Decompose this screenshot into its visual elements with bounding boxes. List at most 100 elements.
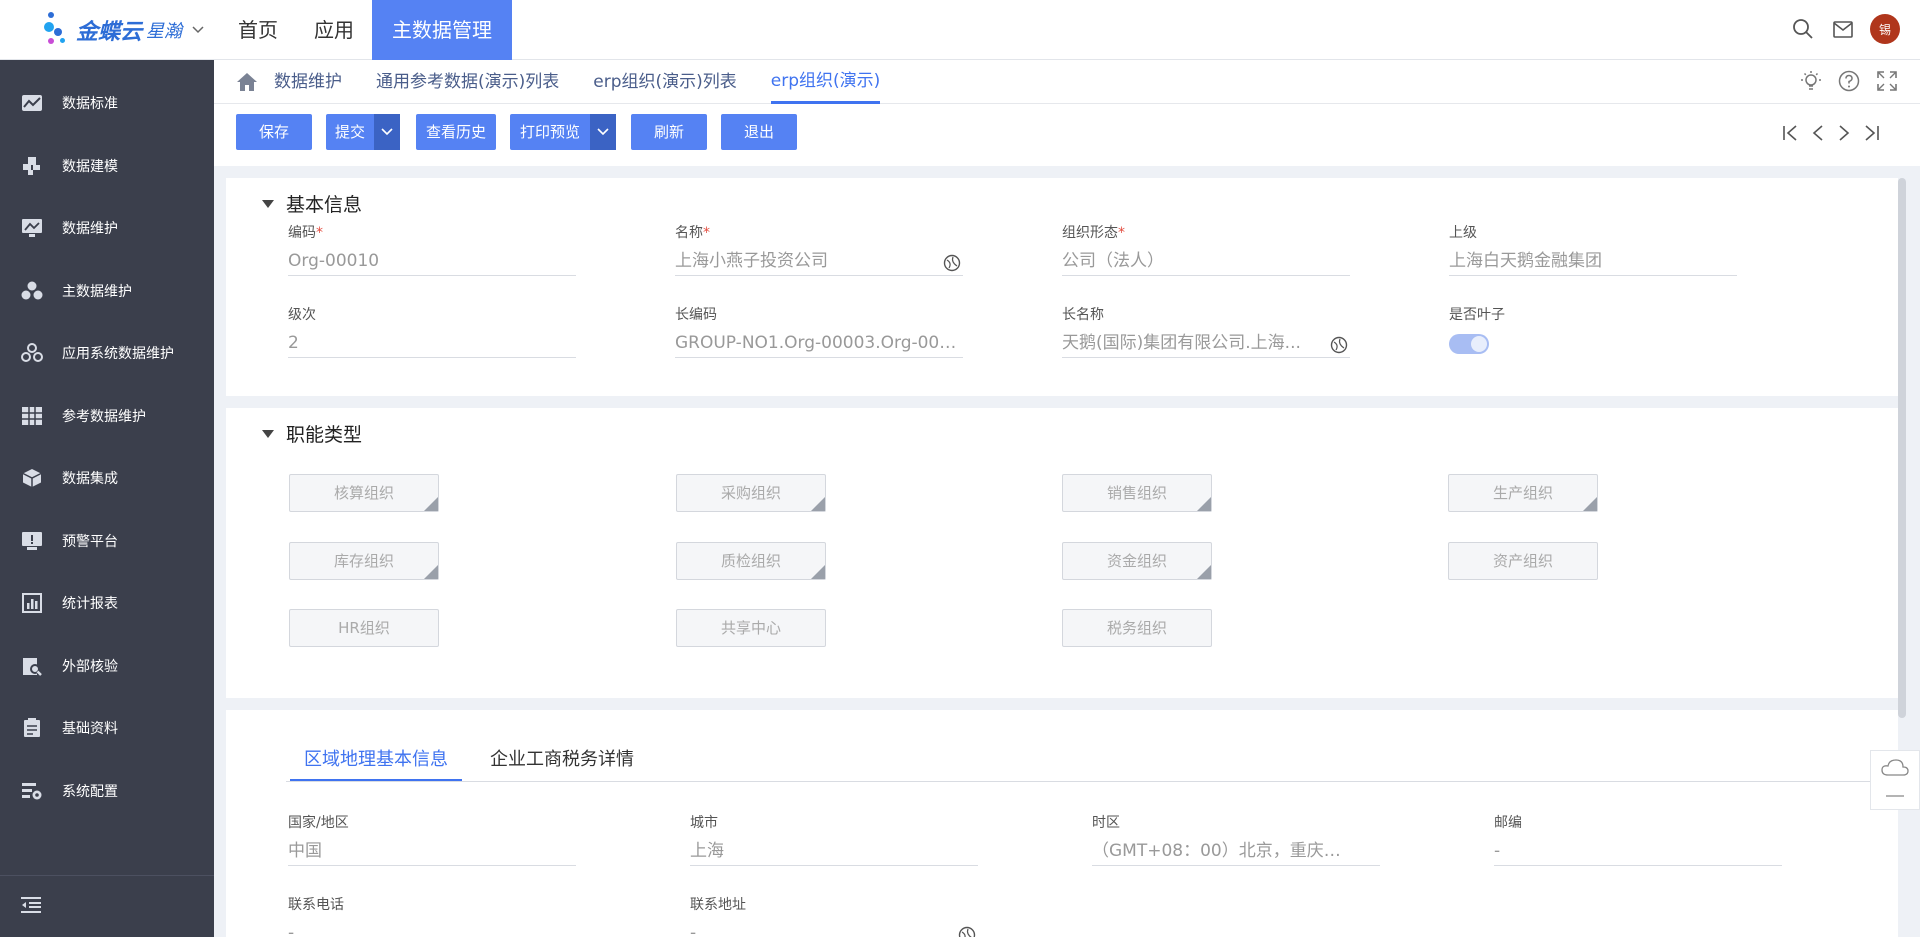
chip-accounting-org[interactable]: 核算组织 bbox=[289, 474, 439, 512]
long-code-field[interactable]: 长编码 GROUP-NO1.Org-00003.Org-00010 bbox=[675, 304, 963, 358]
chip-label: 核算组织 bbox=[333, 484, 394, 502]
name-field[interactable]: 名称* 上海小燕子投资公司 bbox=[675, 222, 963, 276]
city-field[interactable]: 城市 上海 bbox=[690, 812, 978, 866]
sidebar-item-app-data[interactable]: 应用系统数据维护 bbox=[0, 322, 214, 385]
sidebar-item-reference-data[interactable]: 参考数据维护 bbox=[0, 385, 214, 448]
chevron-down-icon[interactable] bbox=[192, 22, 204, 38]
code-field[interactable]: 编码* Org-00010 bbox=[288, 222, 576, 276]
print-preview-button[interactable]: 打印预览 bbox=[510, 114, 616, 150]
address-field[interactable]: 联系地址 - bbox=[690, 894, 978, 937]
chevron-down-icon[interactable] bbox=[590, 114, 616, 150]
content-scrollbar[interactable] bbox=[1898, 178, 1906, 718]
last-record-icon[interactable] bbox=[1864, 124, 1880, 146]
sidebar-item-data-modeling[interactable]: 数据建模 bbox=[0, 135, 214, 198]
tab-divider bbox=[286, 781, 1886, 782]
chip-production-org[interactable]: 生产组织 bbox=[1448, 474, 1598, 512]
timezone-field[interactable]: 时区 （GMT+08：00）北京，重庆，香... bbox=[1092, 812, 1380, 866]
multilang-icon[interactable] bbox=[958, 924, 976, 937]
org-form-value[interactable]: 公司（法人） bbox=[1062, 246, 1350, 276]
first-record-icon[interactable] bbox=[1782, 124, 1798, 146]
chevron-down-icon[interactable] bbox=[374, 114, 400, 150]
sidebar-item-data-maintenance[interactable]: 数据维护 bbox=[0, 197, 214, 260]
help-icon[interactable] bbox=[1838, 70, 1860, 96]
save-button[interactable]: 保存 bbox=[236, 114, 312, 150]
chip-label: 生产组织 bbox=[1492, 484, 1553, 502]
breadcrumb-erp-org-list[interactable]: erp组织(演示)列表 bbox=[593, 60, 737, 104]
multilang-icon[interactable] bbox=[943, 252, 961, 272]
tab-business-tax[interactable]: 企业工商税务详情 bbox=[476, 742, 648, 782]
chip-purchase-org[interactable]: 采购组织 bbox=[676, 474, 826, 512]
next-record-icon[interactable] bbox=[1838, 124, 1850, 146]
chip-inventory-org[interactable]: 库存组织 bbox=[289, 542, 439, 580]
timezone-value[interactable]: （GMT+08：00）北京，重庆，香... bbox=[1092, 836, 1380, 866]
org-form-field[interactable]: 组织形态* 公司（法人） bbox=[1062, 222, 1350, 276]
chip-shared-center[interactable]: 共享中心 bbox=[676, 609, 826, 647]
chip-asset-org[interactable]: 资产组织 bbox=[1448, 542, 1598, 580]
nav-apps[interactable]: 应用 bbox=[296, 0, 372, 60]
save-button-label: 保存 bbox=[258, 123, 289, 141]
parent-field[interactable]: 上级 上海白天鹅金融集团 bbox=[1449, 222, 1737, 276]
sidebar-item-alert-platform[interactable]: 预警平台 bbox=[0, 510, 214, 573]
basic-info-toggle[interactable]: 基本信息 bbox=[262, 190, 362, 217]
sidebar-item-data-integration[interactable]: 数据集成 bbox=[0, 447, 214, 510]
country-field[interactable]: 国家/地区 中国 bbox=[288, 812, 576, 866]
multilang-icon[interactable] bbox=[1330, 334, 1348, 354]
sidebar-item-label: 数据标准 bbox=[62, 96, 118, 113]
avatar[interactable]: 锡 bbox=[1870, 14, 1900, 44]
is-leaf-toggle[interactable] bbox=[1449, 334, 1489, 354]
sidebar-item-external-verify[interactable]: 外部核验 bbox=[0, 635, 214, 698]
submit-button[interactable]: 提交 bbox=[326, 114, 400, 150]
chip-qc-org[interactable]: 质检组织 bbox=[676, 542, 826, 580]
zip-value[interactable]: - bbox=[1494, 836, 1782, 866]
table-icon bbox=[20, 404, 44, 428]
sidebar-item-reports[interactable]: 统计报表 bbox=[0, 572, 214, 635]
prev-record-icon[interactable] bbox=[1812, 124, 1824, 146]
chip-sales-org[interactable]: 销售组织 bbox=[1062, 474, 1212, 512]
inbox-icon[interactable] bbox=[1830, 16, 1856, 42]
level-value[interactable]: 2 bbox=[288, 328, 576, 358]
chip-tax-org[interactable]: 税务组织 bbox=[1062, 609, 1212, 647]
exit-button[interactable]: 退出 bbox=[721, 114, 797, 150]
sidebar-item-system-config[interactable]: 系统配置 bbox=[0, 760, 214, 823]
sidebar-item-label: 参考数据维护 bbox=[62, 408, 146, 425]
chip-hr-org[interactable]: HR组织 bbox=[289, 609, 439, 647]
nav-master-data[interactable]: 主数据管理 bbox=[372, 0, 512, 60]
phone-field[interactable]: 联系电话 - bbox=[288, 894, 576, 937]
name-input[interactable]: 上海小燕子投资公司 bbox=[675, 246, 963, 276]
sidebar-item-base-data[interactable]: 基础资料 bbox=[0, 697, 214, 760]
cloud-widget[interactable] bbox=[1870, 750, 1920, 810]
country-value[interactable]: 中国 bbox=[288, 836, 576, 866]
zip-field[interactable]: 邮编 - bbox=[1494, 812, 1782, 866]
view-history-button[interactable]: 查看历史 bbox=[416, 114, 496, 150]
sidebar-item-data-standard[interactable]: 数据标准 bbox=[0, 72, 214, 135]
fullscreen-icon[interactable] bbox=[1876, 70, 1898, 96]
sidebar-item-master-data[interactable]: 主数据维护 bbox=[0, 260, 214, 323]
breadcrumb-reference-list[interactable]: 通用参考数据(演示)列表 bbox=[376, 60, 559, 104]
long-name-field[interactable]: 长名称 天鹅(国际)集团有限公司.上海... bbox=[1062, 304, 1350, 358]
breadcrumb-erp-org[interactable]: erp组织(演示) bbox=[770, 60, 881, 104]
lightbulb-icon[interactable] bbox=[1800, 70, 1822, 96]
level-field[interactable]: 级次 2 bbox=[288, 304, 576, 358]
long-name-input[interactable]: 天鹅(国际)集团有限公司.上海... bbox=[1062, 328, 1350, 358]
exit-label: 退出 bbox=[743, 123, 774, 141]
code-value[interactable]: Org-00010 bbox=[288, 246, 576, 276]
address-input[interactable]: - bbox=[690, 918, 978, 937]
detail-tabs: 区域地理基本信息 企业工商税务详情 bbox=[290, 742, 662, 782]
tab-region-geo[interactable]: 区域地理基本信息 bbox=[290, 742, 462, 782]
city-value[interactable]: 上海 bbox=[690, 836, 978, 866]
sidebar-item-label: 系统配置 bbox=[62, 783, 118, 800]
nav-home[interactable]: 首页 bbox=[220, 0, 296, 60]
search-icon[interactable] bbox=[1790, 16, 1816, 42]
function-type-toggle[interactable]: 职能类型 bbox=[262, 420, 362, 447]
refresh-button[interactable]: 刷新 bbox=[631, 114, 707, 150]
chip-fund-org[interactable]: 资金组织 bbox=[1062, 542, 1212, 580]
phone-value[interactable]: - bbox=[288, 918, 576, 937]
breadcrumb-data-maintenance[interactable]: 数据维护 bbox=[274, 60, 342, 104]
field-label: 长编码 bbox=[675, 307, 717, 323]
brand-logo[interactable]: 金蝶云 星瀚 bbox=[40, 8, 204, 52]
function-type-panel: 职能类型 核算组织 采购组织 销售组织 生产组织 库存组织 质检组织 资金组织 … bbox=[226, 408, 1898, 698]
long-code-value[interactable]: GROUP-NO1.Org-00003.Org-00010 bbox=[675, 328, 963, 358]
sidebar-collapse-button[interactable] bbox=[0, 875, 214, 937]
parent-value[interactable]: 上海白天鹅金融集团 bbox=[1449, 246, 1737, 276]
home-icon[interactable] bbox=[236, 72, 258, 92]
